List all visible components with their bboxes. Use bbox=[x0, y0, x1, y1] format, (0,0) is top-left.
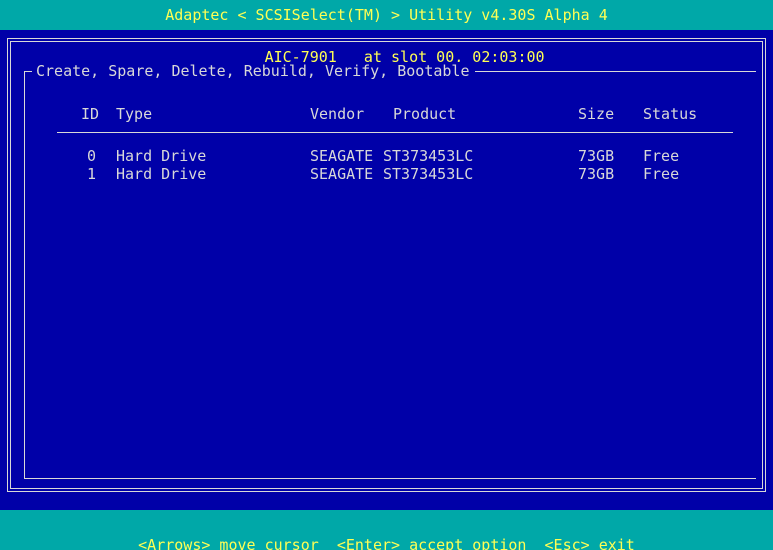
column-header-size: Size bbox=[578, 105, 615, 123]
drive-product: ST373453LC bbox=[383, 165, 474, 183]
column-header-product: Product bbox=[393, 105, 457, 123]
drive-id: 1 bbox=[87, 165, 97, 183]
bios-screen: Adaptec < SCSISelect(TM) > Utility v4.30… bbox=[0, 0, 773, 550]
drive-vendor: SEAGATE bbox=[310, 165, 374, 183]
drive-product: ST373453LC bbox=[383, 147, 474, 165]
column-header-status: Status bbox=[643, 105, 698, 123]
key-help-text: <Arrows> move cursor <Enter> accept opti… bbox=[138, 536, 635, 550]
header-divider bbox=[57, 132, 733, 133]
menu-options-caption: Create, Spare, Delete, Rebuild, Verify, … bbox=[32, 62, 476, 80]
drive-size: 73GB bbox=[578, 165, 615, 183]
column-header-id: ID bbox=[81, 105, 100, 123]
column-header-vendor: Vendor bbox=[310, 105, 365, 123]
drive-size: 73GB bbox=[578, 147, 615, 165]
drive-status: Free bbox=[643, 165, 680, 183]
drive-type: Hard Drive bbox=[116, 165, 207, 183]
drive-type: Hard Drive bbox=[116, 147, 207, 165]
drive-vendor: SEAGATE bbox=[310, 147, 374, 165]
drive-status: Free bbox=[643, 147, 680, 165]
app-title: Adaptec < SCSISelect(TM) > Utility v4.30… bbox=[165, 6, 608, 24]
drive-id: 0 bbox=[87, 147, 97, 165]
column-header-type: Type bbox=[116, 105, 153, 123]
